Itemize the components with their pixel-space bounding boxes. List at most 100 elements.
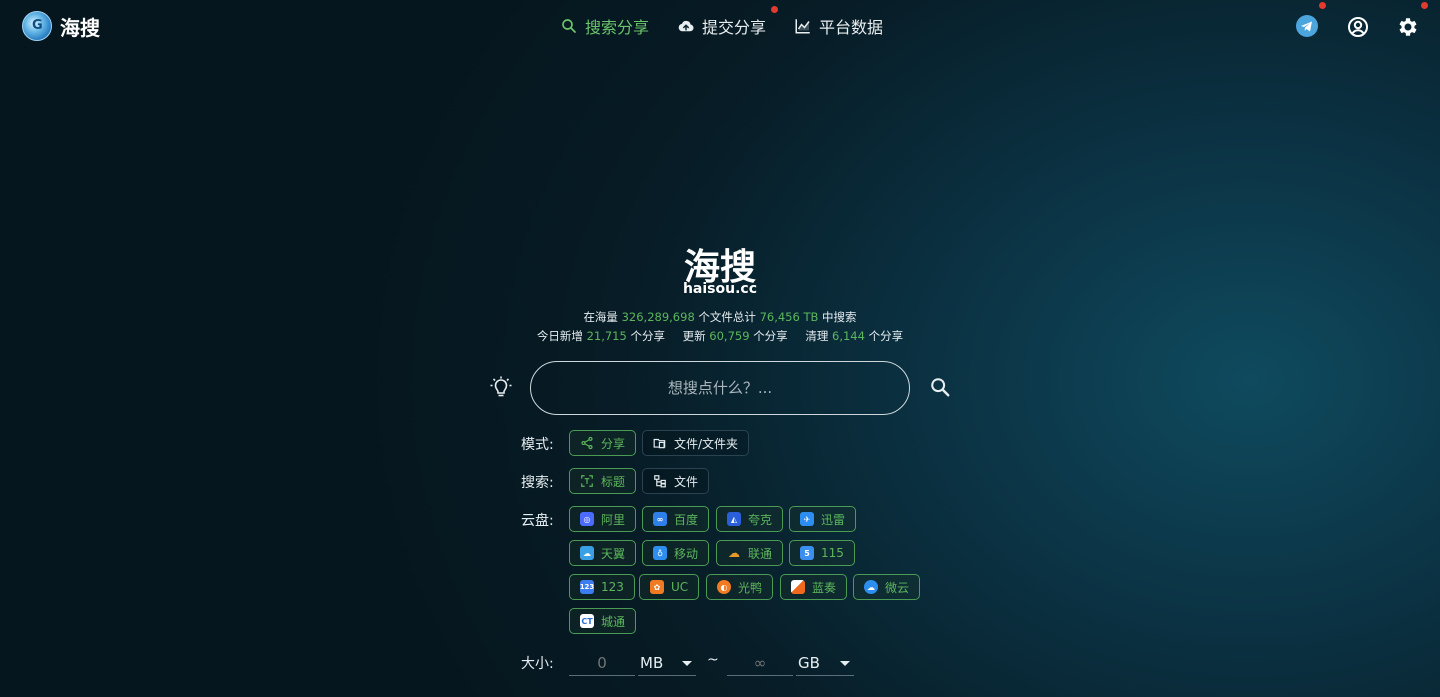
115-icon: 5 xyxy=(800,546,814,560)
nav-submit-share-label: 提交分享 xyxy=(702,18,767,37)
aliyun-icon: ◎ xyxy=(580,512,594,526)
suggestion-button[interactable] xyxy=(489,376,513,400)
mode-share-chip[interactable]: 分享 xyxy=(569,430,637,456)
chart-icon xyxy=(795,19,810,34)
cloud-label: 云盘: xyxy=(521,513,554,529)
xunlei-icon: ✈ xyxy=(800,512,814,526)
stats-text: 今日新增 xyxy=(536,329,583,343)
nav-search-share-label: 搜索分享 xyxy=(585,18,650,37)
cloud-unicom-chip[interactable]: ☁ 联通 xyxy=(716,540,784,566)
size-label: 大小: xyxy=(521,656,554,672)
cloud-mobile-chip[interactable]: ♁ 移动 xyxy=(642,540,710,566)
lanzou-icon xyxy=(791,580,805,594)
account-button[interactable] xyxy=(1346,15,1370,39)
top-bar: 海搜 搜索分享 提交分享 平台数据 xyxy=(0,0,1440,52)
chip-label: UC xyxy=(671,580,689,594)
cloud-ctfile-chip[interactable]: CT 城通 xyxy=(569,608,637,634)
search-icon xyxy=(562,19,576,33)
stats-text: 清理 xyxy=(805,329,829,343)
guangya-icon: ◐ xyxy=(717,580,731,594)
chip-label: 蓝奏 xyxy=(812,580,837,595)
search-scope-label: 搜索: xyxy=(521,475,554,491)
chip-label: 城通 xyxy=(601,614,626,629)
telegram-icon xyxy=(1296,15,1318,37)
share-icon xyxy=(581,436,593,450)
chip-label: 移动 xyxy=(674,546,699,561)
search-title-chip[interactable]: 标题 xyxy=(569,468,637,494)
cloud-tianyi-chip[interactable]: ☁ 天翼 xyxy=(569,540,637,566)
cloud-xunlei-chip[interactable]: ✈ 迅雷 xyxy=(789,506,857,532)
cloud-123-chip[interactable]: 123 123 xyxy=(569,574,635,600)
stats-text: 个文件总计 xyxy=(698,310,756,324)
daily-stats: 今日新增 21,715 个分享 更新 60,759 个分享 清理 6,144 个… xyxy=(0,328,1440,344)
search-file-chip[interactable]: 文件 xyxy=(642,468,710,494)
search-input[interactable] xyxy=(531,362,909,414)
chip-label: 天翼 xyxy=(601,546,626,561)
stats-text: 更新 xyxy=(682,329,706,343)
file-count: 326,289,698 xyxy=(621,310,695,324)
cloud-guangya-chip[interactable]: ◐ 光鸭 xyxy=(706,574,774,600)
update-count: 60,759 xyxy=(709,329,750,343)
cloud-lanzou-chip[interactable]: 蓝奏 xyxy=(780,574,848,600)
chip-label: 文件/文件夹 xyxy=(674,436,739,451)
chip-label: 115 xyxy=(821,546,844,560)
baidu-icon: ∞ xyxy=(653,512,667,526)
cloud-upload-icon xyxy=(678,20,694,32)
chip-label: 百度 xyxy=(674,512,699,527)
size-max-unit-select[interactable]: GB xyxy=(796,651,854,676)
chip-label: 分享 xyxy=(601,436,626,451)
cloud-aliyun-chip[interactable]: ◎ 阿里 xyxy=(569,506,637,532)
title-icon xyxy=(581,475,593,487)
uc-icon: ✿ xyxy=(650,580,664,594)
header-actions xyxy=(1296,2,1428,39)
ctfile-icon: CT xyxy=(580,614,594,628)
mode-files-chip[interactable]: 文件/文件夹 xyxy=(642,430,750,456)
search-box xyxy=(530,361,910,415)
chip-label: 123 xyxy=(601,580,624,594)
nav-platform-data[interactable]: 平台数据 xyxy=(794,14,883,38)
size-min-unit-select[interactable]: MB xyxy=(638,651,696,676)
main-nav: 搜索分享 提交分享 平台数据 xyxy=(560,6,883,38)
123-icon: 123 xyxy=(580,580,594,594)
cloud-uc-chip[interactable]: ✿ UC xyxy=(639,574,700,600)
chevron-down-icon xyxy=(682,660,692,666)
quark-icon: ◭ xyxy=(727,512,741,526)
today-count: 21,715 xyxy=(586,329,627,343)
chip-label: 光鸭 xyxy=(738,580,763,595)
total-stats: 在海量 326,289,698 个文件总计 76,456 TB 中搜索 xyxy=(0,309,1440,325)
telegram-button[interactable] xyxy=(1296,2,1326,39)
cloud-quark-chip[interactable]: ◭ 夸克 xyxy=(716,506,784,532)
stats-text: 个分享 xyxy=(753,329,788,343)
cloud-115-chip[interactable]: 5 115 xyxy=(789,540,855,566)
weiyun-icon: ☁ xyxy=(864,580,878,594)
cloud-baidu-chip[interactable]: ∞ 百度 xyxy=(642,506,710,532)
size-max-input[interactable] xyxy=(727,651,793,676)
stats-text: 个分享 xyxy=(630,329,665,343)
settings-button[interactable] xyxy=(1396,2,1428,39)
logo-icon xyxy=(22,11,52,41)
chip-label: 夸克 xyxy=(748,512,773,527)
telegram-badge xyxy=(1319,2,1326,9)
search-button[interactable] xyxy=(929,376,951,398)
unicom-icon: ☁ xyxy=(728,546,740,560)
search-icon xyxy=(931,378,950,397)
file-tree-icon xyxy=(654,475,666,488)
stats-text: 中搜索 xyxy=(822,310,857,324)
notification-badge xyxy=(771,6,779,13)
mobile-cloud-icon: ♁ xyxy=(653,546,667,560)
select-value: MB xyxy=(640,654,664,672)
logo-text: 海搜 xyxy=(60,15,100,40)
chip-label: 联通 xyxy=(748,546,773,561)
folder-file-icon xyxy=(653,438,666,449)
cloud-weiyun-chip[interactable]: ☁ 微云 xyxy=(853,574,921,600)
logo[interactable]: 海搜 xyxy=(22,11,100,41)
nav-search-share[interactable]: 搜索分享 xyxy=(560,14,649,38)
site-domain: haisou.cc xyxy=(682,281,758,297)
nav-submit-share[interactable]: 提交分享 xyxy=(677,6,779,38)
size-separator: ~ xyxy=(707,652,719,668)
chip-label: 迅雷 xyxy=(821,512,846,527)
account-icon xyxy=(1348,17,1368,37)
nav-platform-data-label: 平台数据 xyxy=(819,18,884,37)
size-min-input[interactable] xyxy=(569,651,635,676)
chip-label: 阿里 xyxy=(601,512,626,527)
